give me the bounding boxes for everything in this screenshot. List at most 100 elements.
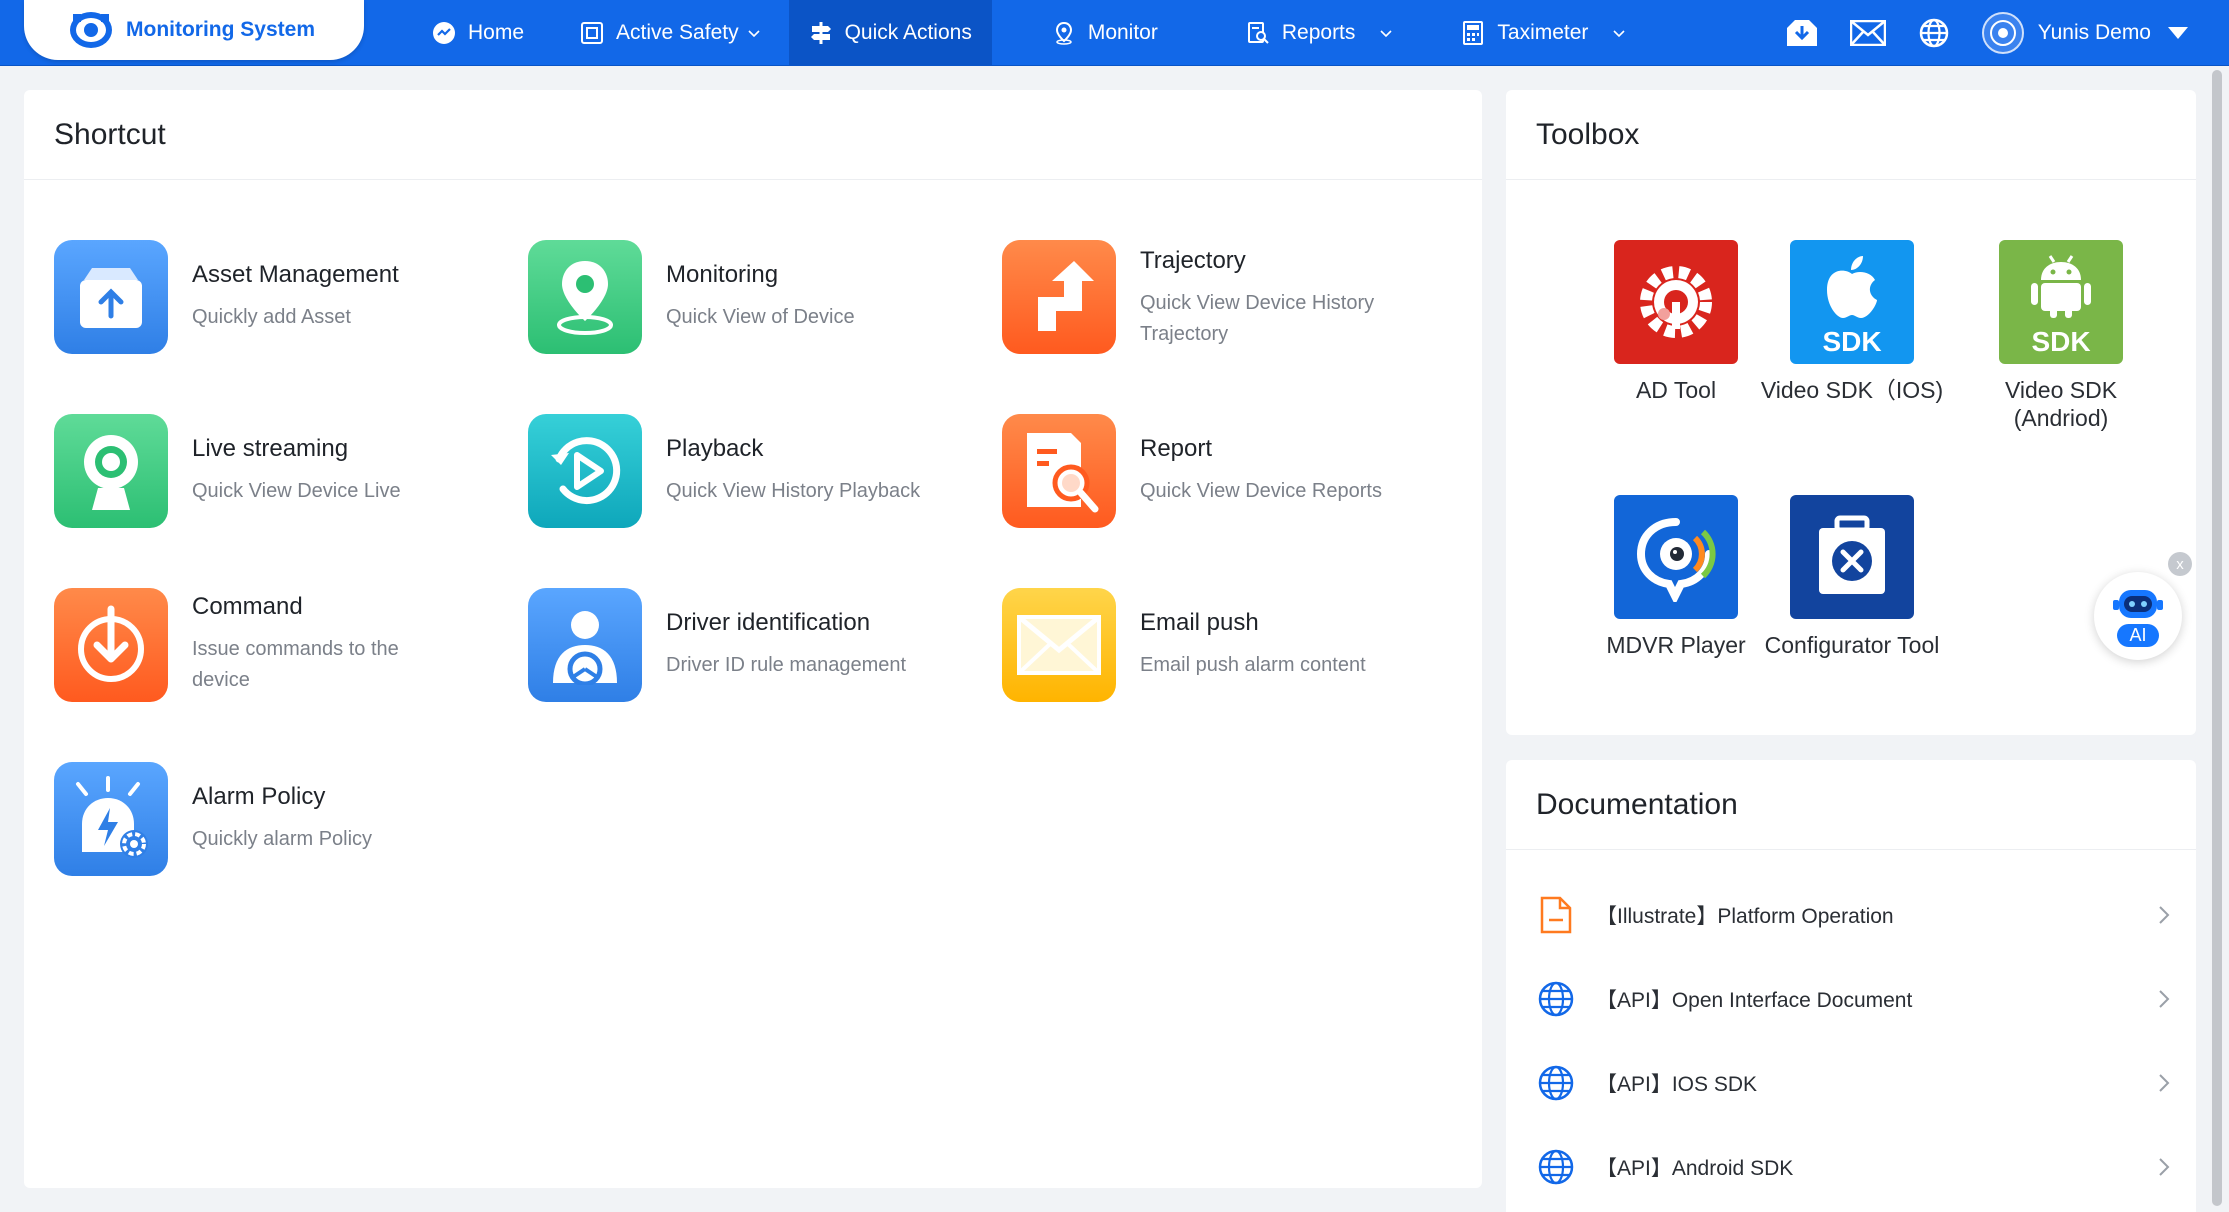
nav-item-active-safety[interactable]: Active Safety — [552, 0, 789, 66]
shortcut-subtitle: Quick View History Playback — [666, 480, 921, 502]
shortcut-title: Driver identification — [666, 609, 871, 636]
doc-label: 【API】IOS SDK — [1596, 1073, 1758, 1096]
route-arrow-icon — [1002, 240, 1116, 354]
doc-item-android-sdk[interactable]: 【API】Android SDK — [1536, 1137, 2176, 1197]
page-scrollbar-thumb[interactable] — [2212, 70, 2222, 1206]
nav-label: Quick Actions — [844, 21, 972, 44]
playback-icon — [528, 414, 642, 528]
shortcut-email-push[interactable]: Email push Email push alarm content — [1002, 588, 1480, 702]
sdk-badge: SDK — [1822, 326, 1882, 357]
shortcut-subtitle: Email push alarm content — [1140, 654, 1366, 676]
shortcut-subtitle: Quick View Device History Trajectory — [1140, 292, 1375, 345]
chevron-right-icon — [2159, 1158, 2170, 1176]
mdvr-player-icon — [1614, 495, 1738, 619]
command-download-icon — [54, 588, 168, 702]
nav-label: Reports — [1281, 21, 1356, 44]
ad-tool-icon — [1614, 240, 1738, 364]
alarm-policy-icon — [54, 762, 168, 876]
shortcut-title: Asset Management — [192, 261, 399, 288]
chevron-down-icon — [1613, 30, 1625, 38]
shortcut-trajectory[interactable]: Trajectory Quick View Device History Tra… — [1002, 240, 1480, 354]
shortcut-subtitle: Issue commands to the device — [192, 638, 399, 691]
monitor-pin-icon — [1055, 21, 1072, 45]
user-name: Yunis Demo — [2037, 21, 2151, 44]
language-button[interactable] — [1916, 15, 1952, 51]
shortcut-title: Playback — [666, 435, 764, 462]
globe-icon — [1536, 1147, 1576, 1187]
doc-item-platform-operation[interactable]: 【Illustrate】Platform Operation — [1536, 885, 2176, 945]
quick-actions-icon — [810, 22, 831, 44]
android-sdk-icon: SDK — [1999, 240, 2123, 364]
nav-label: Monitor — [1087, 21, 1158, 44]
tool-label: Video SDK（IOS) — [1760, 377, 1944, 403]
webcam-icon — [54, 414, 168, 528]
nav-item-reports[interactable]: Reports — [1186, 0, 1422, 66]
shortcut-title: Trajectory — [1140, 247, 1246, 274]
doc-item-open-interface[interactable]: 【API】Open Interface Document — [1536, 969, 2176, 1029]
shortcut-live-streaming[interactable]: Live streaming Quick View Device Live — [54, 414, 532, 528]
shortcut-subtitle: Quick View Device Reports — [1140, 480, 1382, 502]
shortcut-driver-identification[interactable]: Driver identification Driver ID rule man… — [528, 588, 1006, 702]
tool-video-sdk-ios[interactable]: SDK Video SDK（IOS) — [1742, 240, 1962, 404]
shortcut-subtitle: Quickly add Asset — [192, 306, 351, 328]
chevron-right-icon — [2159, 1074, 2170, 1092]
configurator-tool-icon — [1790, 495, 1914, 619]
shortcut-alarm-policy[interactable]: Alarm Policy Quickly alarm Policy — [54, 762, 532, 876]
nav-item-quick-actions[interactable]: Quick Actions — [788, 0, 992, 66]
nav-item-home[interactable]: Home — [372, 0, 552, 66]
main-nav: Home Active Safety Quick Actions Monitor… — [372, 0, 1654, 66]
shortcut-title: Email push — [1140, 609, 1259, 636]
shortcut-report[interactable]: Report Quick View Device Reports — [1002, 414, 1480, 528]
apple-sdk-icon: SDK — [1790, 240, 1914, 364]
chevron-down-icon — [1380, 30, 1392, 38]
user-avatar-icon — [1989, 20, 2016, 46]
robot-icon — [2113, 589, 2163, 618]
shortcut-playback[interactable]: Playback Quick View History Playback — [528, 414, 1006, 528]
top-right-actions: Yunis Demo — [1754, 0, 2189, 66]
shortcut-asset-management[interactable]: Asset Management Quickly add Asset — [54, 240, 532, 354]
tool-label: Configurator Tool — [1764, 632, 1940, 658]
brand-logo-icon — [70, 12, 112, 48]
user-menu[interactable]: Yunis Demo — [1981, 12, 2189, 54]
tool-label: Video SDK (Andriod) — [2004, 377, 2118, 431]
tool-configurator-tool[interactable]: Configurator Tool — [1742, 495, 1962, 659]
doc-item-ios-sdk[interactable]: 【API】IOS SDK — [1536, 1053, 2176, 1113]
shortcut-subtitle: Quick View Device Live — [192, 480, 401, 502]
globe-icon — [1536, 979, 1576, 1019]
download-tray-icon — [1786, 20, 1817, 46]
shortcut-monitoring[interactable]: Monitoring Quick View of Device — [528, 240, 1006, 354]
reports-icon — [1247, 22, 1269, 44]
tool-video-sdk-android[interactable]: SDK Video SDK (Andriod) — [1951, 240, 2171, 432]
shortcut-command[interactable]: Command Issue commands to the device — [54, 588, 532, 702]
nav-label: Home — [468, 21, 525, 44]
nav-item-monitor[interactable]: Monitor — [992, 0, 1186, 66]
download-button[interactable] — [1784, 15, 1820, 51]
shortcut-title: Live streaming — [192, 435, 349, 462]
nav-item-taximeter[interactable]: Taximeter — [1421, 0, 1654, 66]
avatar — [1981, 12, 2024, 54]
shortcut-title: Command — [192, 593, 303, 620]
mail-button[interactable] — [1849, 15, 1886, 51]
chevron-down-icon — [748, 30, 760, 38]
toolbox-panel: Toolbox AD Tool SDK Video SDK（IOS) SDK V… — [1506, 90, 2196, 735]
driver-icon — [528, 588, 642, 702]
mail-icon — [1849, 20, 1886, 46]
asset-upload-icon — [54, 240, 168, 354]
top-navigation-bar: Monitoring System Home Active Safety Qui… — [0, 0, 2229, 66]
brand-logo-link[interactable]: Monitoring System — [24, 0, 364, 60]
ai-close-button[interactable]: x — [2168, 552, 2192, 576]
doc-label: 【API】Open Interface Document — [1596, 989, 1913, 1012]
brand-name: Monitoring System — [126, 18, 316, 41]
ai-assistant-button[interactable]: AI — [2094, 572, 2182, 660]
caret-down-icon — [2168, 27, 2188, 39]
email-icon — [1002, 588, 1116, 702]
chevron-right-icon — [2159, 990, 2170, 1008]
shortcut-subtitle: Quickly alarm Policy — [192, 828, 373, 850]
panel-title: Documentation — [1506, 760, 2196, 850]
doc-label: 【API】Android SDK — [1596, 1157, 1794, 1180]
shortcut-subtitle: Quick View of Device — [666, 306, 855, 328]
documentation-panel: Documentation 【Illustrate】Platform Opera… — [1506, 760, 2196, 1212]
nav-label: Active Safety — [616, 21, 739, 44]
doc-label: 【Illustrate】Platform Operation — [1596, 905, 1894, 928]
shortcut-title: Report — [1140, 435, 1213, 462]
